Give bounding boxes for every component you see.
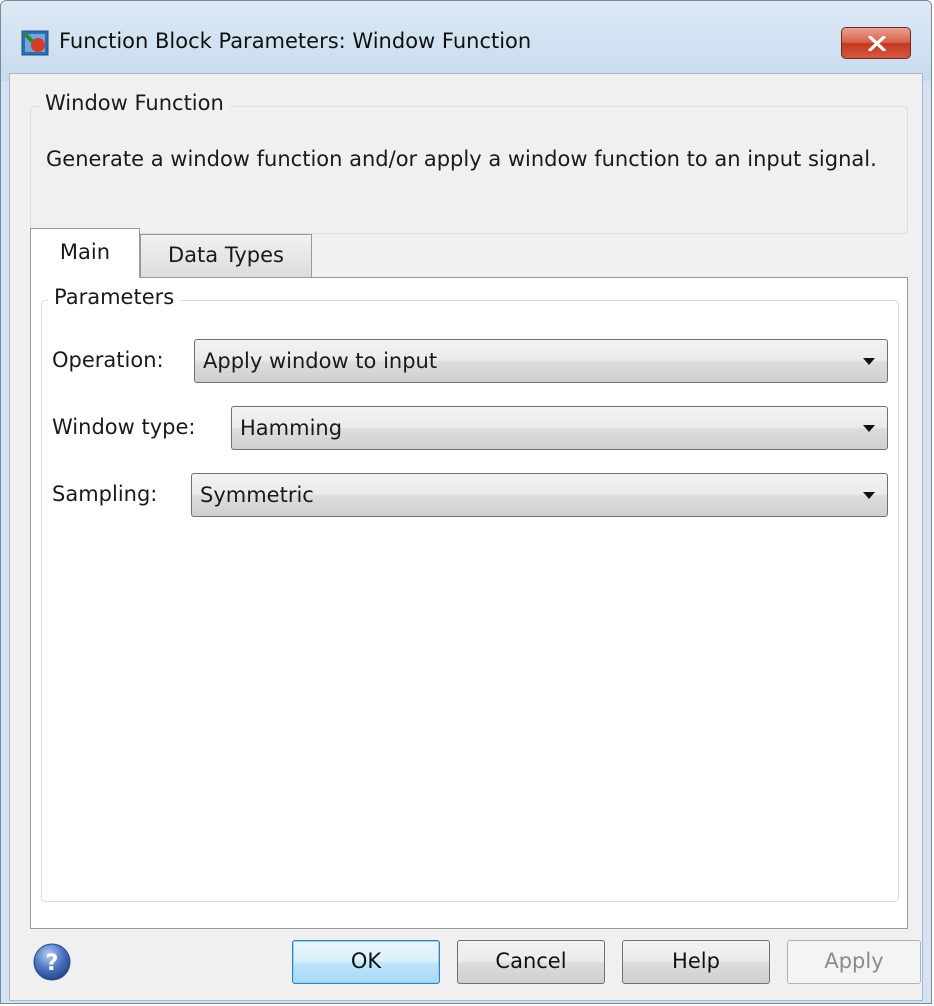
dialog-window: Function Block Parameters: Window Functi… [0, 0, 932, 1004]
window-title: Function Block Parameters: Window Functi… [59, 29, 532, 53]
parameters-group-legend: Parameters [48, 285, 181, 309]
sampling-dropdown[interactable]: Symmetric [191, 473, 888, 517]
operation-label: Operation: [52, 348, 164, 372]
help-button[interactable]: Help [622, 940, 770, 984]
close-button[interactable] [841, 27, 911, 59]
question-icon[interactable]: ? [32, 942, 72, 982]
window-type-value: Hamming [240, 416, 343, 440]
parameters-group: Parameters Operation: Apply window to in… [41, 285, 899, 902]
simulink-block-icon [21, 30, 49, 56]
window-type-label: Window type: [52, 415, 196, 439]
dialog-client-area: Window Function Generate a window functi… [9, 73, 923, 1001]
chevron-down-icon [863, 492, 875, 499]
tab-data-types[interactable]: Data Types [140, 234, 312, 278]
svg-text:?: ? [46, 951, 59, 976]
block-description: Generate a window function and/or apply … [46, 147, 877, 171]
description-group: Window Function Generate a window functi… [30, 91, 908, 234]
operation-dropdown[interactable]: Apply window to input [194, 339, 888, 383]
sampling-label: Sampling: [52, 482, 158, 506]
tab-panel-main: Parameters Operation: Apply window to in… [30, 277, 908, 929]
sampling-value: Symmetric [200, 483, 314, 507]
operation-value: Apply window to input [203, 349, 438, 373]
title-bar[interactable]: Function Block Parameters: Window Functi… [1, 1, 931, 81]
ok-button[interactable]: OK [292, 940, 440, 984]
chevron-down-icon [863, 425, 875, 432]
apply-button[interactable]: Apply [787, 940, 921, 984]
description-group-legend: Window Function [39, 91, 230, 115]
window-type-dropdown[interactable]: Hamming [231, 406, 888, 450]
tab-main[interactable]: Main [30, 228, 140, 278]
sampling-row: Sampling: Symmetric [52, 473, 888, 519]
close-icon [868, 36, 886, 51]
chevron-down-icon [863, 358, 875, 365]
operation-row: Operation: Apply window to input [52, 339, 888, 385]
window-type-row: Window type: Hamming [52, 406, 888, 452]
cancel-button[interactable]: Cancel [457, 940, 605, 984]
